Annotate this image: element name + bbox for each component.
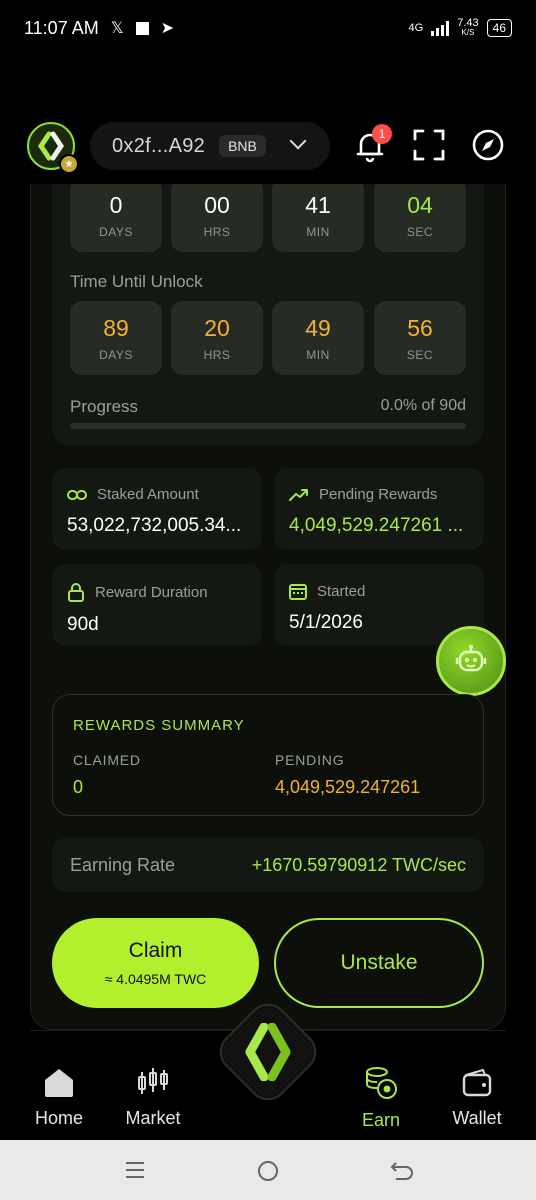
reward-duration-card: Reward Duration 90d — [52, 564, 262, 646]
coins-stack-icon — [366, 1067, 397, 1099]
nav-earn-label: Earn — [361, 1110, 401, 1130]
nav-home[interactable]: Home — [14, 1066, 104, 1129]
claimed-label: CLAIMED — [73, 752, 141, 768]
staked-label: Staked Amount — [97, 486, 199, 503]
unlock-value: 49 — [305, 314, 331, 341]
net-speed-unit: K/S — [461, 28, 475, 37]
unlock-box: 89 DAYS — [70, 301, 162, 375]
claim-label: Claim — [128, 939, 183, 962]
countdown-value: 0 — [109, 191, 123, 218]
started-value: 5/1/2026 — [289, 612, 363, 633]
x-app-icon: 𝕏 — [110, 20, 124, 37]
network-type: 4G — [408, 22, 424, 34]
countdown-box: 00 HRS — [171, 178, 263, 252]
claimed-value: 0 — [73, 777, 84, 797]
candlestick-icon — [138, 1068, 168, 1094]
staked-amount-card: Staked Amount 53,022,732,005.34... — [52, 468, 262, 550]
trending-up-icon — [289, 488, 308, 501]
progress-label: Progress — [70, 397, 139, 416]
status-bar: 11:07 AM 𝕏 ➤ 4G 7.43 K/S 46 — [0, 0, 536, 56]
unlock-unit: DAYS — [99, 347, 133, 362]
wallet-address: 0x2f...A92 — [112, 134, 206, 157]
countdown-box: 41 MIN — [272, 178, 364, 252]
app-header-foreground: ★ 0x2f...A92 BNB — [0, 110, 536, 184]
robot-icon — [455, 645, 487, 672]
clock: 11:07 AM — [24, 17, 99, 38]
duration-label: Reward Duration — [95, 583, 208, 601]
unlock-value: 56 — [407, 314, 433, 341]
chain-badge: BNB — [219, 135, 266, 157]
wallet-icon — [462, 1068, 492, 1097]
unlock-box: 49 MIN — [272, 301, 364, 375]
countdown-unit: HRS — [203, 224, 231, 239]
summary-pending-label: PENDING — [275, 752, 345, 768]
back-icon[interactable] — [390, 1159, 414, 1181]
premium-badge-icon: ★ — [59, 154, 79, 174]
nav-earn[interactable]: Earn — [336, 1066, 426, 1131]
recent-apps-icon[interactable] — [124, 1160, 146, 1180]
countdown-value: 04 — [407, 191, 433, 218]
unlock-unit: MIN — [306, 347, 330, 362]
started-label: Started — [317, 582, 366, 600]
unstake-label: Unstake — [340, 951, 418, 974]
unlock-box: 56 SEC — [374, 301, 466, 375]
notification-badge: 1 — [372, 124, 392, 144]
claim-button[interactable]: Claim ≈ 4.0495M TWC — [52, 918, 259, 1008]
stop-icon — [135, 21, 149, 35]
unlock-box: 20 HRS — [171, 301, 263, 375]
pending-label: Pending Rewards — [319, 486, 438, 503]
earning-rate-row: Earning Rate +1670.59790912 TWC/sec — [52, 838, 484, 892]
countdown-unit: DAYS — [99, 224, 133, 239]
center-logo[interactable] — [238, 1020, 298, 1084]
unlock-unit: HRS — [203, 347, 231, 362]
brand-logo-icon — [245, 1023, 291, 1081]
progress-text: 0.0% of 90d — [380, 397, 466, 414]
home-icon — [45, 1069, 73, 1097]
unlock-value: 20 — [204, 314, 230, 341]
duration-value: 90d — [67, 614, 99, 635]
calendar-icon — [289, 584, 307, 600]
app-logo[interactable]: ★ — [27, 122, 79, 174]
nav-home-label: Home — [34, 1108, 83, 1128]
scan-icon[interactable] — [412, 128, 446, 162]
nav-wallet[interactable]: Wallet — [432, 1066, 522, 1129]
chevron-down-icon — [289, 132, 307, 150]
earning-rate-label: Earning Rate — [70, 854, 176, 875]
countdown-box: 0 DAYS — [70, 178, 162, 252]
assistant-bot-button[interactable] — [436, 626, 506, 696]
telegram-icon: ➤ — [160, 20, 175, 37]
countdown-unit: SEC — [406, 224, 434, 239]
unlock-label: Time Until Unlock — [70, 272, 203, 291]
signal-icon — [431, 20, 450, 36]
countdown-unit: MIN — [306, 224, 330, 239]
claim-amount: ≈ 4.0495M TWC — [104, 971, 207, 987]
staked-value: 53,022,732,005.34... — [67, 515, 242, 536]
home-circle-icon[interactable] — [256, 1159, 280, 1183]
countdown-value: 41 — [305, 191, 331, 218]
compass-icon[interactable] — [471, 128, 505, 162]
nav-market[interactable]: Market — [108, 1066, 198, 1129]
pending-rewards-card: Pending Rewards 4,049,529.247261 ... — [274, 468, 484, 550]
net-speed: 7.43 — [457, 17, 479, 29]
progress-bar — [70, 423, 466, 429]
nav-market-label: Market — [125, 1108, 181, 1128]
lock-icon — [68, 583, 84, 602]
unstake-button[interactable]: Unstake — [274, 918, 484, 1008]
summary-title: REWARDS SUMMARY — [73, 717, 245, 734]
pending-value: 4,049,529.247261 ... — [289, 515, 464, 536]
nav-wallet-label: Wallet — [452, 1108, 502, 1128]
unlock-value: 89 — [103, 314, 129, 341]
countdown-box: 04 SEC — [374, 178, 466, 252]
rewards-summary: REWARDS SUMMARY CLAIMED 0 PENDING 4,049,… — [52, 694, 484, 816]
unlock-unit: SEC — [406, 347, 434, 362]
system-nav-bar — [0, 1140, 536, 1200]
summary-pending-value: 4,049,529.247261 — [275, 777, 421, 797]
wallet-selector[interactable]: 0x2f...A92 BNB — [90, 122, 330, 170]
countdown-value: 00 — [204, 191, 230, 218]
link-icon — [67, 489, 87, 500]
earning-rate-value: +1670.59790912 TWC/sec — [251, 854, 466, 875]
battery-indicator: 46 — [486, 19, 512, 37]
